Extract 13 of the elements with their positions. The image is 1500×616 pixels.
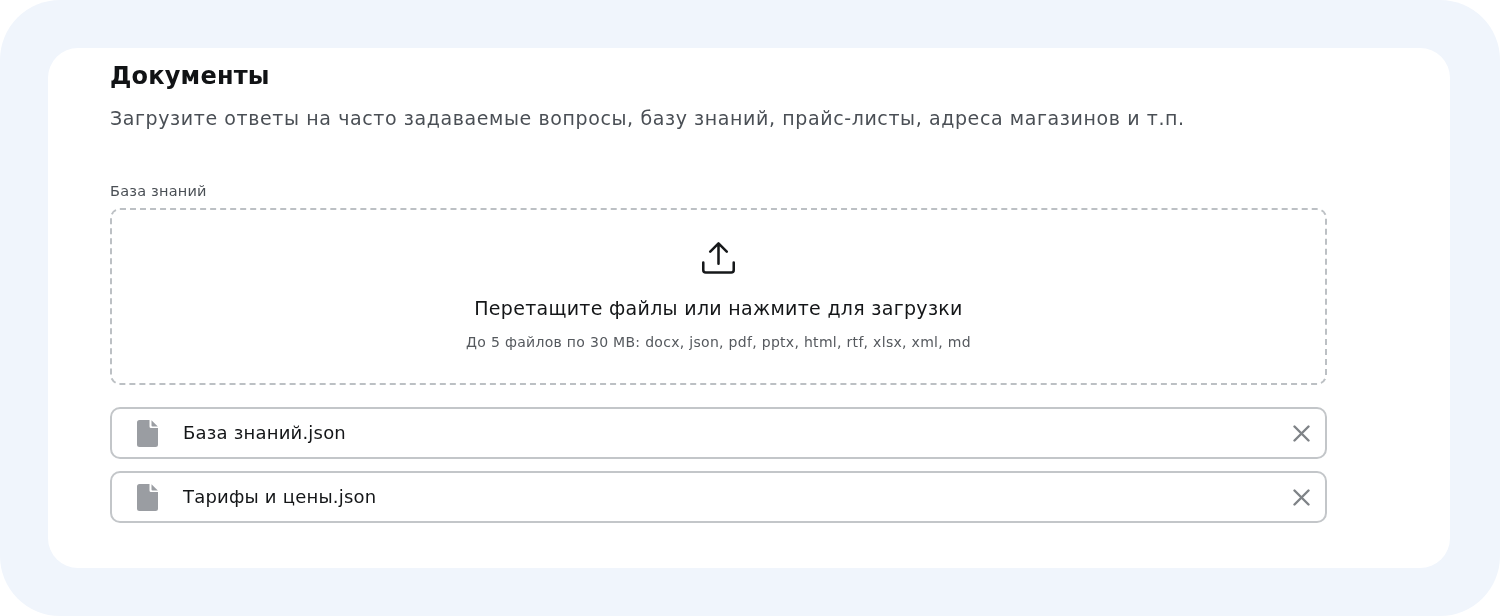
file-icon xyxy=(137,483,158,511)
section-title: Документы xyxy=(110,61,270,92)
close-icon[interactable] xyxy=(1293,424,1310,442)
file-dropzone[interactable]: Перетащите файлы или нажмите для загрузки До 5 файлов по 30 MB: docx, json, pdf, pptx, html, rtf, xlsx, xml, md xyxy=(110,208,1327,385)
dropzone-prompt: Перетащите файлы или нажмите для загрузки xyxy=(474,296,963,321)
dropzone-hint: До 5 файлов по 30 MB: docx, json, pdf, pptx, html, rtf, xlsx, xml, md xyxy=(466,333,971,351)
close-icon[interactable] xyxy=(1293,488,1310,506)
file-name: Тарифы и цены.json xyxy=(183,485,377,509)
file-name: База знаний.json xyxy=(183,421,346,445)
file-icon xyxy=(137,419,158,447)
upload-icon xyxy=(702,242,735,274)
field-label: База знаний xyxy=(110,182,207,200)
section-description: Загрузите ответы на часто задаваемые вопросы, базу знаний, прайс-листы, адреса магазинов и т.п. xyxy=(110,106,1185,130)
